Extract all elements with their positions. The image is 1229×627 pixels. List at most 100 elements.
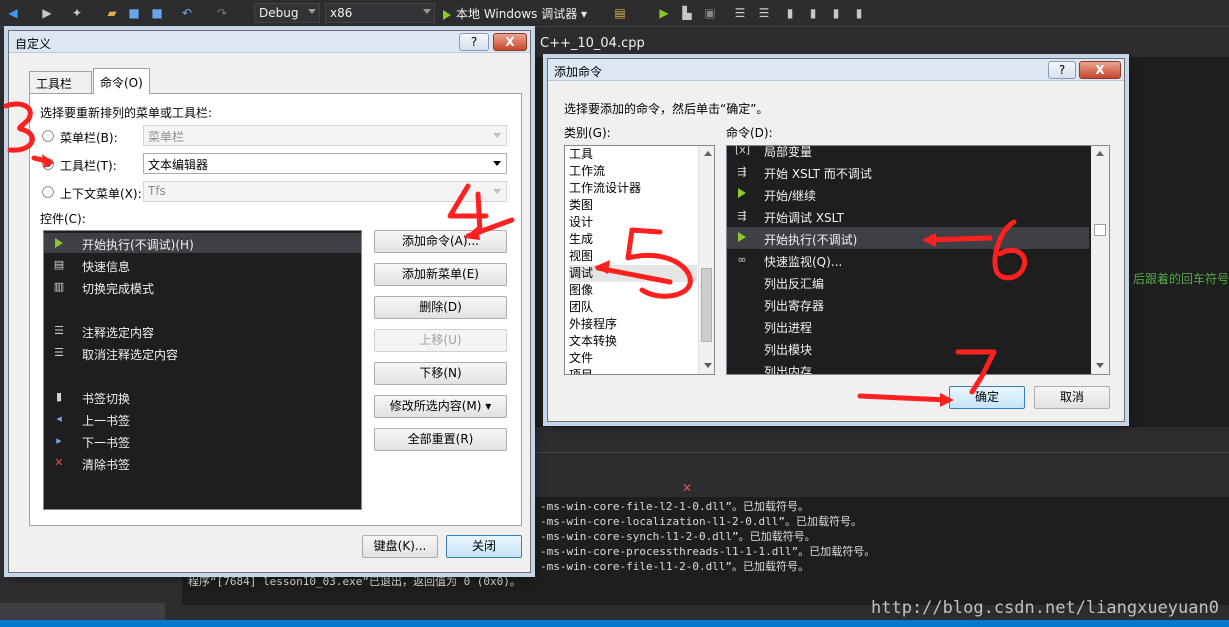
list-item[interactable]: ☰ 取消注释选定内容 bbox=[44, 343, 361, 363]
list-item[interactable]: 文本转换 bbox=[569, 333, 697, 350]
editor-tab[interactable]: C++_10_04.cpp bbox=[540, 36, 645, 51]
back-icon[interactable]: ◀ bbox=[6, 6, 20, 20]
list-item[interactable]: 生成 bbox=[569, 231, 697, 248]
close-button[interactable]: 关闭 bbox=[446, 535, 522, 558]
list-item[interactable]: [x] 局部变量 bbox=[727, 146, 1089, 161]
keyboard-button[interactable]: 键盘(K)... bbox=[362, 535, 438, 558]
cancel-button[interactable]: 取消 bbox=[1034, 386, 1110, 409]
run-debugger-button[interactable]: 本地 Windows 调试器 ▾ bbox=[443, 5, 587, 23]
list-item[interactable]: 开始/继续 bbox=[727, 183, 1089, 205]
scroll-thumb[interactable] bbox=[701, 268, 712, 342]
open-folder-icon[interactable]: ▰ bbox=[105, 6, 119, 20]
list-item[interactable]: 列出寄存器 bbox=[727, 293, 1089, 315]
category-list[interactable]: 工具 工作流 工作流设计器 类图 设计 生成 视图 调试 图像 团队 外接程序 … bbox=[564, 145, 715, 375]
list-item[interactable]: ▸ 下一书签 bbox=[44, 431, 361, 451]
list-item[interactable]: 工具 bbox=[569, 146, 697, 163]
list-item[interactable]: 文件 bbox=[569, 350, 697, 367]
list-item[interactable]: ◂ 上一书签 bbox=[44, 409, 361, 429]
scroll-down-icon[interactable] bbox=[704, 363, 712, 368]
vertical-scrollbar[interactable] bbox=[1091, 146, 1109, 374]
list-item[interactable]: 列出进程 bbox=[727, 315, 1089, 337]
xslt-icon: ⇶ bbox=[737, 165, 747, 178]
context-menu-radio[interactable] bbox=[42, 186, 54, 198]
ok-button[interactable]: 确定 bbox=[949, 386, 1025, 409]
controls-list[interactable]: 开始执行(不调试)(H) ▤ 快速信息 ▥ 切换完成模式 ☰ 注释选定内容 ☰ 取消注释… bbox=[43, 230, 362, 510]
list-item[interactable]: 图像 bbox=[569, 282, 697, 299]
list-item[interactable]: ⇶ 开始 XSLT 而不调试 bbox=[727, 161, 1089, 183]
save-all-icon[interactable]: ■ bbox=[150, 6, 164, 20]
help-button[interactable]: ? bbox=[459, 33, 489, 51]
vertical-scrollbar[interactable] bbox=[698, 146, 714, 374]
command-list[interactable]: [x] 局部变量 ⇶ 开始 XSLT 而不调试 开始/继续 ⇶ 开始调试 XSLT 开… bbox=[726, 145, 1110, 375]
reset-all-button[interactable]: 全部重置(R) bbox=[374, 428, 507, 451]
add-command-button[interactable]: 添加命令(A)... bbox=[374, 230, 507, 253]
move-up-button[interactable]: 上移(U) bbox=[374, 329, 507, 352]
prev-bookmark-icon[interactable]: ▮ bbox=[806, 6, 820, 20]
list-item[interactable]: 列出反汇编 bbox=[727, 271, 1089, 293]
save-icon[interactable]: ■ bbox=[127, 6, 141, 20]
list-item[interactable]: 外接程序 bbox=[569, 316, 697, 333]
menubar-combo[interactable]: 菜单栏 bbox=[143, 125, 507, 146]
list-item-label: 切换完成模式 bbox=[82, 282, 155, 296]
list-item[interactable]: ▮ 书签切换 bbox=[44, 387, 361, 407]
list-item[interactable]: ∞ 快速监视(Q)... bbox=[727, 249, 1089, 271]
scroll-thumb[interactable] bbox=[1094, 224, 1106, 236]
toolbar-combo[interactable]: 文本编辑器 bbox=[143, 153, 507, 174]
config-combo[interactable]: Debug bbox=[254, 3, 320, 23]
menubar-label: 菜单栏(B): bbox=[60, 131, 118, 145]
scroll-up-icon[interactable] bbox=[1096, 151, 1104, 156]
list-item[interactable]: 视图 bbox=[569, 248, 697, 265]
add-menu-button[interactable]: 添加新菜单(E) bbox=[374, 263, 507, 286]
tab-toolbars[interactable]: 工具栏(S) bbox=[29, 71, 92, 106]
tab-commands[interactable]: 命令(O) bbox=[93, 68, 150, 94]
list-item[interactable]: 列出内存 bbox=[727, 359, 1089, 374]
forward-icon[interactable]: ▶ bbox=[40, 6, 54, 20]
toolbar-radio[interactable] bbox=[42, 158, 54, 170]
list-item[interactable]: ▤ 快速信息 bbox=[44, 255, 361, 275]
undo-icon[interactable]: ↶ bbox=[180, 6, 194, 20]
next-bookmark-icon[interactable]: ▮ bbox=[829, 6, 843, 20]
close-icon[interactable]: X bbox=[1079, 61, 1121, 79]
list-item[interactable]: ▥ 切换完成模式 bbox=[44, 277, 361, 297]
platform-combo[interactable]: x86 bbox=[325, 3, 435, 23]
list-item-label: 书签切换 bbox=[82, 392, 131, 406]
chevron-down-icon bbox=[493, 133, 501, 138]
list-item-label: 开始/继续 bbox=[764, 189, 817, 203]
attach-icon[interactable]: ▤ bbox=[613, 6, 627, 20]
clear-output-icon[interactable]: ✕ bbox=[680, 481, 694, 495]
list-item[interactable]: 项目 bbox=[569, 367, 697, 374]
scroll-down-icon[interactable] bbox=[1096, 363, 1104, 368]
help-button[interactable]: ? bbox=[1048, 61, 1076, 79]
list-item-selected[interactable]: 调试 bbox=[569, 265, 697, 282]
scroll-up-icon[interactable] bbox=[704, 151, 712, 156]
clear-bookmarks-icon[interactable]: ▮ bbox=[852, 6, 866, 20]
list-item[interactable]: 开始执行(不调试)(H) bbox=[44, 233, 361, 253]
modify-selection-button[interactable]: 修改所选内容(M) ▾ bbox=[374, 395, 507, 418]
move-down-button[interactable]: 下移(N) bbox=[374, 362, 507, 385]
bookmark-icon[interactable]: ▮ bbox=[783, 6, 797, 20]
list-item[interactable]: ⇶ 开始调试 XSLT bbox=[727, 205, 1089, 227]
editor-scrollbar[interactable] bbox=[530, 427, 1229, 452]
list-item[interactable]: 列出模块 bbox=[727, 337, 1089, 359]
menubar-radio[interactable] bbox=[42, 130, 54, 142]
new-item-icon[interactable]: ✦ bbox=[70, 6, 84, 20]
redo-icon[interactable]: ↷ bbox=[215, 6, 229, 20]
list-item[interactable]: 设计 bbox=[569, 214, 697, 231]
horizontal-scrollbar[interactable] bbox=[0, 603, 165, 620]
list-item[interactable]: ✕ 清除书签 bbox=[44, 453, 361, 473]
step-icon[interactable]: ▙ bbox=[680, 6, 694, 20]
list-item[interactable]: 工作流 bbox=[569, 163, 697, 180]
delete-button[interactable]: 删除(D) bbox=[374, 296, 507, 319]
list-item-selected[interactable]: 开始执行(不调试) bbox=[727, 227, 1089, 249]
comment-icon[interactable]: ☰ bbox=[733, 6, 747, 20]
play-icon bbox=[738, 232, 746, 242]
close-icon[interactable]: X bbox=[493, 33, 527, 51]
list-item[interactable]: 工作流设计器 bbox=[569, 180, 697, 197]
step-over-icon[interactable]: ▣ bbox=[703, 6, 717, 20]
list-item[interactable]: 类图 bbox=[569, 197, 697, 214]
context-menu-combo[interactable]: Tfs bbox=[143, 181, 507, 202]
uncomment-icon[interactable]: ☰ bbox=[757, 6, 771, 20]
list-item[interactable]: 团队 bbox=[569, 299, 697, 316]
start-icon[interactable]: ▶ bbox=[657, 6, 671, 20]
list-item[interactable]: ☰ 注释选定内容 bbox=[44, 321, 361, 341]
